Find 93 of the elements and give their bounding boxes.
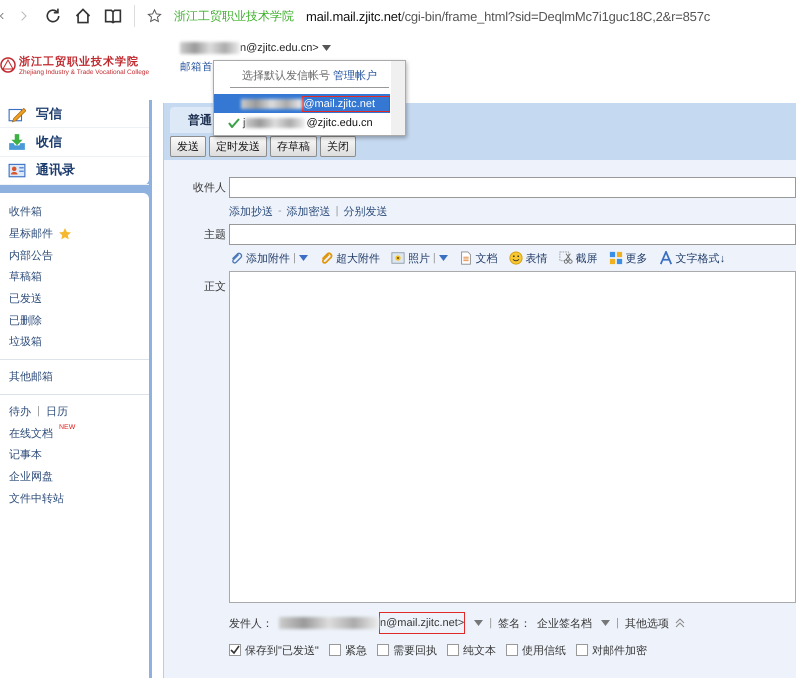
tool-link[interactable]: 文档: [476, 250, 498, 266]
body-field[interactable]: [229, 271, 796, 603]
sender-label: 发件人：: [229, 616, 273, 630]
caret-icon[interactable]: [322, 44, 331, 52]
checkbox[interactable]: [506, 644, 518, 656]
option-label: 纯文本: [462, 644, 496, 658]
compose-link[interactable]: 添加密送: [286, 204, 331, 218]
folder-link[interactable]: 企业网盘: [9, 468, 53, 484]
folder-link[interactable]: 垃圾箱: [9, 334, 42, 350]
grid-icon: [608, 251, 623, 265]
tool-link[interactable]: 照片: [408, 250, 430, 266]
separator: |: [489, 617, 492, 629]
address-bar-url[interactable]: mail.mail.zjitc.net/cgi-bin/frame_html?sid=DeqlmMc7i1guc18C,2&r=857c: [306, 8, 710, 24]
subject-field[interactable]: [229, 224, 796, 245]
toolbar-button[interactable]: 定时发送: [209, 136, 267, 157]
option-label: 使用信纸: [522, 644, 566, 658]
compose-link[interactable]: 添加抄送: [229, 204, 273, 218]
checkbox[interactable]: [229, 644, 241, 656]
checkbox[interactable]: [328, 644, 341, 656]
nav-item[interactable]: 写信: [0, 100, 149, 128]
folder-link[interactable]: 文件中转站: [9, 490, 64, 506]
caret-icon[interactable]: [474, 619, 484, 627]
new-label: NEW: [59, 424, 76, 432]
recipient-field[interactable]: [229, 177, 796, 198]
logo-name: 浙江工贸职业技术学院: [19, 54, 140, 69]
field-label: 正文: [203, 280, 226, 295]
nav-item[interactable]: 通讯录: [0, 156, 149, 185]
separator: -: [278, 205, 282, 217]
toolbar-button[interactable]: 关闭: [320, 136, 356, 157]
folder-link[interactable]: 内部公告: [9, 248, 53, 263]
field-label: 主题: [203, 228, 226, 243]
option-label: 紧急: [344, 644, 367, 658]
scrollbar[interactable]: [391, 61, 405, 135]
more-options-link[interactable]: 其他选项: [624, 616, 669, 630]
manage-accounts-link[interactable]: 管理帐户: [333, 68, 377, 83]
font-icon: [658, 251, 673, 265]
option-label: 对邮件加密: [592, 644, 647, 658]
inbox-icon: [8, 132, 26, 151]
folder-link[interactable]: 记事本: [9, 447, 42, 462]
checkbox[interactable]: [576, 644, 588, 656]
blurred-text: [180, 42, 240, 54]
signature-value[interactable]: 企业签名档: [537, 616, 592, 630]
reload-icon[interactable]: [44, 7, 62, 25]
contact-card-icon: [8, 161, 26, 180]
caret-icon[interactable]: [601, 619, 610, 627]
separator: |: [616, 617, 619, 629]
toolbar-button[interactable]: 发送: [170, 136, 206, 157]
folder-link[interactable]: 草稿箱: [9, 269, 42, 284]
scissors-icon: [558, 251, 573, 265]
menu-title: 选择默认发信帐号: [242, 69, 330, 83]
document-icon: [458, 251, 473, 265]
account-address: n@zjitc.edu.cn>: [240, 42, 319, 54]
signature-label: 签名：: [498, 616, 532, 630]
caret-icon[interactable]: [298, 254, 308, 262]
book-icon[interactable]: [104, 7, 122, 25]
option-label: 需要回执: [392, 644, 437, 658]
folder-link[interactable]: 其他邮箱: [9, 369, 53, 384]
tool-link[interactable]: 添加附件: [246, 250, 290, 266]
folder-link[interactable]: 收件箱: [9, 204, 42, 220]
separator: |: [336, 205, 339, 217]
folder-link[interactable]: 待办: [9, 404, 31, 419]
tool-link[interactable]: 截屏: [576, 250, 598, 266]
photo-icon: [390, 251, 405, 265]
folder-link[interactable]: 星标邮件: [9, 226, 53, 242]
folder-link[interactable]: 在线文档: [9, 426, 53, 441]
folder-link[interactable]: 已删除: [9, 312, 42, 328]
toolbar-button[interactable]: 存草稿: [270, 136, 317, 157]
paperclip-icon: [229, 251, 243, 265]
nav-item[interactable]: 收信: [0, 128, 149, 157]
tool-link[interactable]: 超大附件: [336, 250, 380, 266]
checkmark-icon: [228, 118, 240, 128]
tool-link[interactable]: 更多: [626, 250, 648, 266]
checkbox[interactable]: [376, 644, 389, 656]
separator: |: [432, 252, 436, 264]
smiley-icon: [508, 251, 523, 265]
chevron-up-icon[interactable]: [674, 618, 685, 628]
tool-link[interactable]: 文字格式↓: [676, 250, 726, 266]
checkbox[interactable]: [446, 644, 459, 656]
sender-address[interactable]: n@mail.zjitc.net>: [379, 612, 466, 634]
site-name: 浙江工贸职业技术学院: [174, 8, 294, 24]
logo-icon: [0, 57, 16, 73]
caret-icon[interactable]: [438, 254, 448, 262]
star-icon[interactable]: [147, 7, 162, 25]
option-label: 保存到"已发送": [245, 644, 319, 658]
separator: |: [293, 252, 296, 264]
separator: |: [37, 405, 40, 418]
compose-link[interactable]: 分别发送: [344, 204, 388, 218]
account-option[interactable]: @mail.zjitc.net: [214, 94, 390, 113]
folder-link[interactable]: 日历: [46, 404, 68, 419]
field-label: 收件人: [192, 181, 226, 196]
folder-link[interactable]: 已发送: [9, 291, 42, 306]
tool-link[interactable]: 表情: [526, 250, 548, 266]
home-icon[interactable]: [74, 7, 92, 25]
